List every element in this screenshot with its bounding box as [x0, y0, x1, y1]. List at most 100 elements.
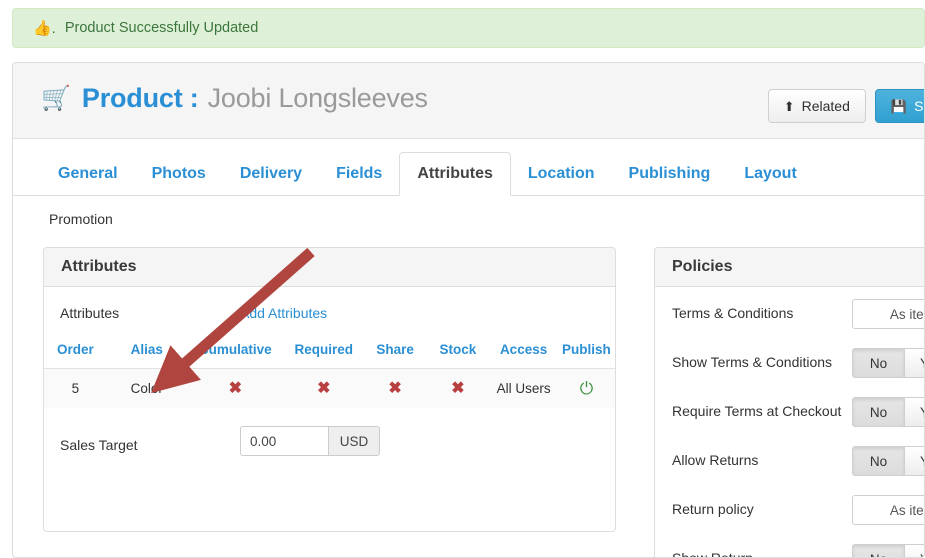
tab-general-label: General	[58, 165, 118, 182]
header-actions: ⬆ Related 💾 Save	[767, 89, 924, 123]
column-header-share[interactable]: Share	[364, 339, 427, 369]
cross-icon: ✖	[317, 379, 331, 397]
policy-row-terms-conditions: Terms & Conditions As item type	[655, 287, 924, 336]
cell-publish[interactable]: ⏻	[558, 369, 615, 409]
terms-conditions-select[interactable]: As item type	[852, 299, 924, 329]
shopping-cart-icon: 🛒	[41, 84, 71, 112]
policy-control-show-return: No Yes	[852, 544, 924, 557]
show-return-option-yes[interactable]: Yes	[905, 544, 924, 557]
card-header: 🛒 Product : Joobi Longsleeves ⬆ Related …	[13, 63, 924, 139]
allow-returns-option-no[interactable]: No	[852, 446, 905, 476]
tab-publishing[interactable]: Publishing	[612, 152, 728, 196]
policy-row-require-terms: Require Terms at Checkout No Yes	[655, 385, 924, 434]
policy-label-show-return: Show Return	[672, 550, 753, 558]
column-header-alias[interactable]: Alias	[107, 339, 187, 369]
policy-control-terms-conditions: As item type	[852, 299, 924, 329]
attributes-add-row: Attributes Add Attributes	[44, 287, 615, 339]
allow-returns-toggle: No Yes	[852, 446, 924, 476]
policies-panel: Policies Terms & Conditions As item type…	[654, 247, 924, 558]
policy-row-return-policy: Return policy As item type	[655, 483, 924, 532]
cell-access[interactable]: All Users	[489, 369, 558, 409]
attributes-field-label: Attributes	[60, 305, 120, 321]
cell-share[interactable]: ✖	[364, 369, 427, 409]
currency-addon: USD	[328, 426, 380, 456]
policy-label-terms-conditions: Terms & Conditions	[672, 305, 794, 321]
cell-stock[interactable]: ✖	[427, 369, 490, 409]
related-button[interactable]: ⬆ Related	[767, 89, 866, 123]
show-terms-toggle: No Yes	[852, 348, 924, 378]
product-name: Joobi Longsleeves	[207, 83, 428, 113]
column-header-cumulative[interactable]: Cumulative	[187, 339, 284, 369]
attributes-panel: Attributes Attributes Add Attributes Ord…	[43, 247, 616, 532]
policy-control-allow-returns: No Yes	[852, 446, 924, 476]
alert-message: Product Successfully Updated	[64, 20, 259, 36]
add-attributes-link[interactable]: Add Attributes	[240, 305, 327, 321]
sales-target-input-group: USD	[240, 426, 380, 456]
power-icon: ⏻	[579, 379, 594, 398]
tab-bar: General Photos Delivery Fields Attribute…	[13, 152, 924, 196]
policy-label-return-policy: Return policy	[672, 501, 754, 517]
sales-target-row: Sales Target USD	[44, 408, 615, 480]
sales-target-label: Sales Target	[60, 437, 138, 453]
sales-target-input[interactable]	[240, 426, 328, 456]
tab-fields-label: Fields	[336, 165, 383, 182]
policy-label-require-terms: Require Terms at Checkout	[672, 403, 842, 419]
column-header-publish[interactable]: Publish	[558, 339, 615, 369]
cell-alias: Color	[130, 381, 163, 396]
table-header-row: Order Alias Cumulative Required Share St…	[44, 339, 615, 369]
allow-returns-option-yes[interactable]: Yes	[905, 446, 924, 476]
policy-row-show-terms: Show Terms & Conditions No Yes	[655, 336, 924, 385]
tab-delivery-label: Delivery	[239, 165, 303, 182]
save-button[interactable]: 💾 Save	[874, 89, 924, 123]
save-button-label: Save	[914, 98, 924, 114]
column-header-access[interactable]: Access	[489, 339, 558, 369]
tab-photos[interactable]: Photos	[135, 152, 223, 196]
require-terms-option-yes[interactable]: Yes	[905, 397, 924, 427]
tab-layout[interactable]: Layout	[727, 152, 813, 196]
tab-fields[interactable]: Fields	[319, 152, 399, 196]
attributes-panel-title: Attributes	[61, 258, 137, 275]
require-terms-toggle: No Yes	[852, 397, 924, 427]
return-policy-select[interactable]: As item type	[852, 495, 924, 525]
show-terms-option-no[interactable]: No	[852, 348, 905, 378]
cell-required[interactable]: ✖	[284, 369, 364, 409]
tab-content-attributes: Promotion Attributes Attributes Add Attr…	[13, 196, 924, 558]
cross-icon: ✖	[228, 379, 242, 397]
policy-label-allow-returns: Allow Returns	[672, 452, 759, 468]
tab-attributes[interactable]: Attributes	[399, 152, 511, 196]
show-return-toggle: No Yes	[852, 544, 924, 557]
cross-icon: ✖	[451, 379, 465, 397]
screen: 👍. Product Successfully Updated 🛒 Produc…	[0, 0, 925, 558]
table-row[interactable]: 5 Color ✖ ✖ ✖ ✖ All Users ⏻	[44, 368, 615, 409]
policy-row-allow-returns: Allow Returns No Yes	[655, 434, 924, 483]
tab-publishing-label: Publishing	[628, 165, 711, 182]
column-header-stock[interactable]: Stock	[427, 339, 490, 369]
require-terms-option-no[interactable]: No	[852, 397, 905, 427]
policies-panel-body: Terms & Conditions As item type Show Ter…	[655, 287, 924, 558]
show-terms-option-yes[interactable]: Yes	[905, 348, 924, 378]
policy-control-return-policy: As item type	[852, 495, 924, 525]
tab-attributes-label: Attributes	[417, 165, 493, 182]
promotion-label: Promotion	[49, 211, 113, 227]
cell-cumulative[interactable]: ✖	[187, 369, 284, 409]
attributes-panel-header: Attributes	[44, 248, 615, 287]
show-return-option-no[interactable]: No	[852, 544, 905, 557]
tab-location[interactable]: Location	[511, 152, 612, 196]
attributes-table: Order Alias Cumulative Required Share St…	[44, 339, 615, 408]
thumbs-up-icon: 👍.	[33, 19, 56, 37]
tab-delivery[interactable]: Delivery	[223, 152, 319, 196]
related-button-label: Related	[801, 98, 850, 114]
page-title: 🛒 Product : Joobi Longsleeves	[41, 83, 428, 114]
tab-layout-label: Layout	[744, 165, 797, 182]
tab-photos-label: Photos	[151, 165, 206, 182]
column-header-required[interactable]: Required	[284, 339, 364, 369]
attributes-panel-body: Attributes Add Attributes Order Alias Cu…	[44, 287, 615, 480]
policy-row-show-return: Show Return No Yes	[655, 532, 924, 558]
arrow-up-icon: ⬆	[783, 98, 795, 114]
column-header-order[interactable]: Order	[44, 339, 107, 369]
success-alert: 👍. Product Successfully Updated	[12, 8, 925, 48]
policies-panel-title: Policies	[672, 258, 733, 275]
product-card: 🛒 Product : Joobi Longsleeves ⬆ Related …	[12, 62, 925, 558]
policy-control-show-terms: No Yes	[852, 348, 924, 378]
tab-general[interactable]: General	[41, 152, 135, 196]
